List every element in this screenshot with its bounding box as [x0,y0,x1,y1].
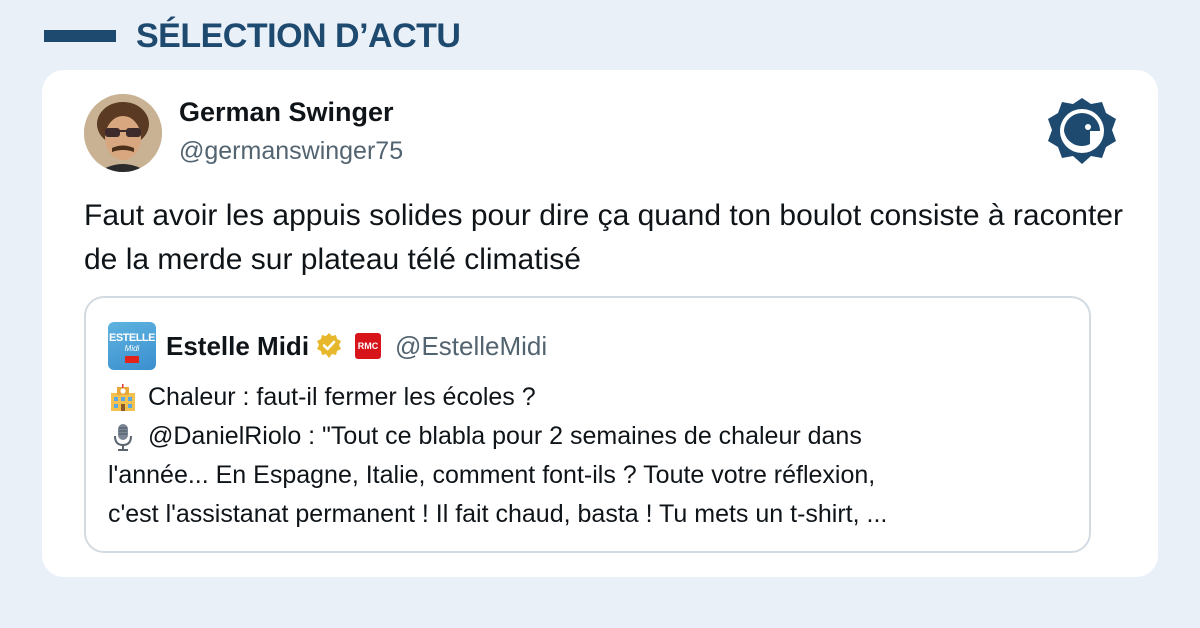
quoted-line-text: l'année... En Espagne, Italie, comment f… [108,461,876,489]
brand-logo-icon [1044,94,1120,170]
quoted-avatar-text: ESTELLE [108,332,156,344]
author-name[interactable]: German Swinger [179,97,394,128]
tweet-card[interactable]: German Swinger @germanswinger75 Faut avo… [42,70,1158,577]
quoted-line: Chaleur : faut-il fermer les écoles ? [108,378,1068,417]
quoted-line: @DanielRiolo : "Tout ce blabla pour 2 se… [108,417,1068,456]
quoted-author-name[interactable]: Estelle Midi [166,331,309,362]
quoted-line-text: @DanielRiolo : "Tout ce blabla pour 2 se… [148,422,862,450]
quoted-line-text: Chaleur : faut-il fermer les écoles ? [148,383,536,411]
quoted-avatar-badge [125,356,139,363]
author-handle[interactable]: @germanswinger75 [179,137,403,166]
rmc-affiliation-badge[interactable]: RMC [355,333,382,359]
school-icon [111,383,135,411]
section-title: SÉLECTION D’ACTU [136,16,461,55]
quoted-tweet[interactable]: ESTELLE Midi Estelle Midi RMC @EstelleMi… [84,296,1091,553]
header-accent-bar [44,30,116,42]
tweet-text: Faut avoir les appuis solides pour dire … [84,199,1123,276]
quoted-line: c'est l'assistanat permanent ! Il fait c… [108,495,1068,534]
quoted-header: ESTELLE Midi Estelle Midi RMC @EstelleMi… [108,320,547,372]
author-avatar[interactable] [84,94,162,172]
quoted-avatar-subtext: Midi [124,344,140,353]
quoted-line-text: c'est l'assistanat permanent ! Il fait c… [108,500,888,528]
quoted-text: Chaleur : faut-il fermer les écoles ? @D… [108,378,1068,534]
quoted-line: l'année... En Espagne, Italie, comment f… [108,456,1068,495]
quoted-avatar[interactable]: ESTELLE Midi [108,322,156,370]
verified-badge-icon [317,333,342,358]
microphone-icon [114,423,132,451]
section-header: SÉLECTION D’ACTU [44,14,461,58]
quoted-author-handle[interactable]: @EstelleMidi [395,331,547,362]
